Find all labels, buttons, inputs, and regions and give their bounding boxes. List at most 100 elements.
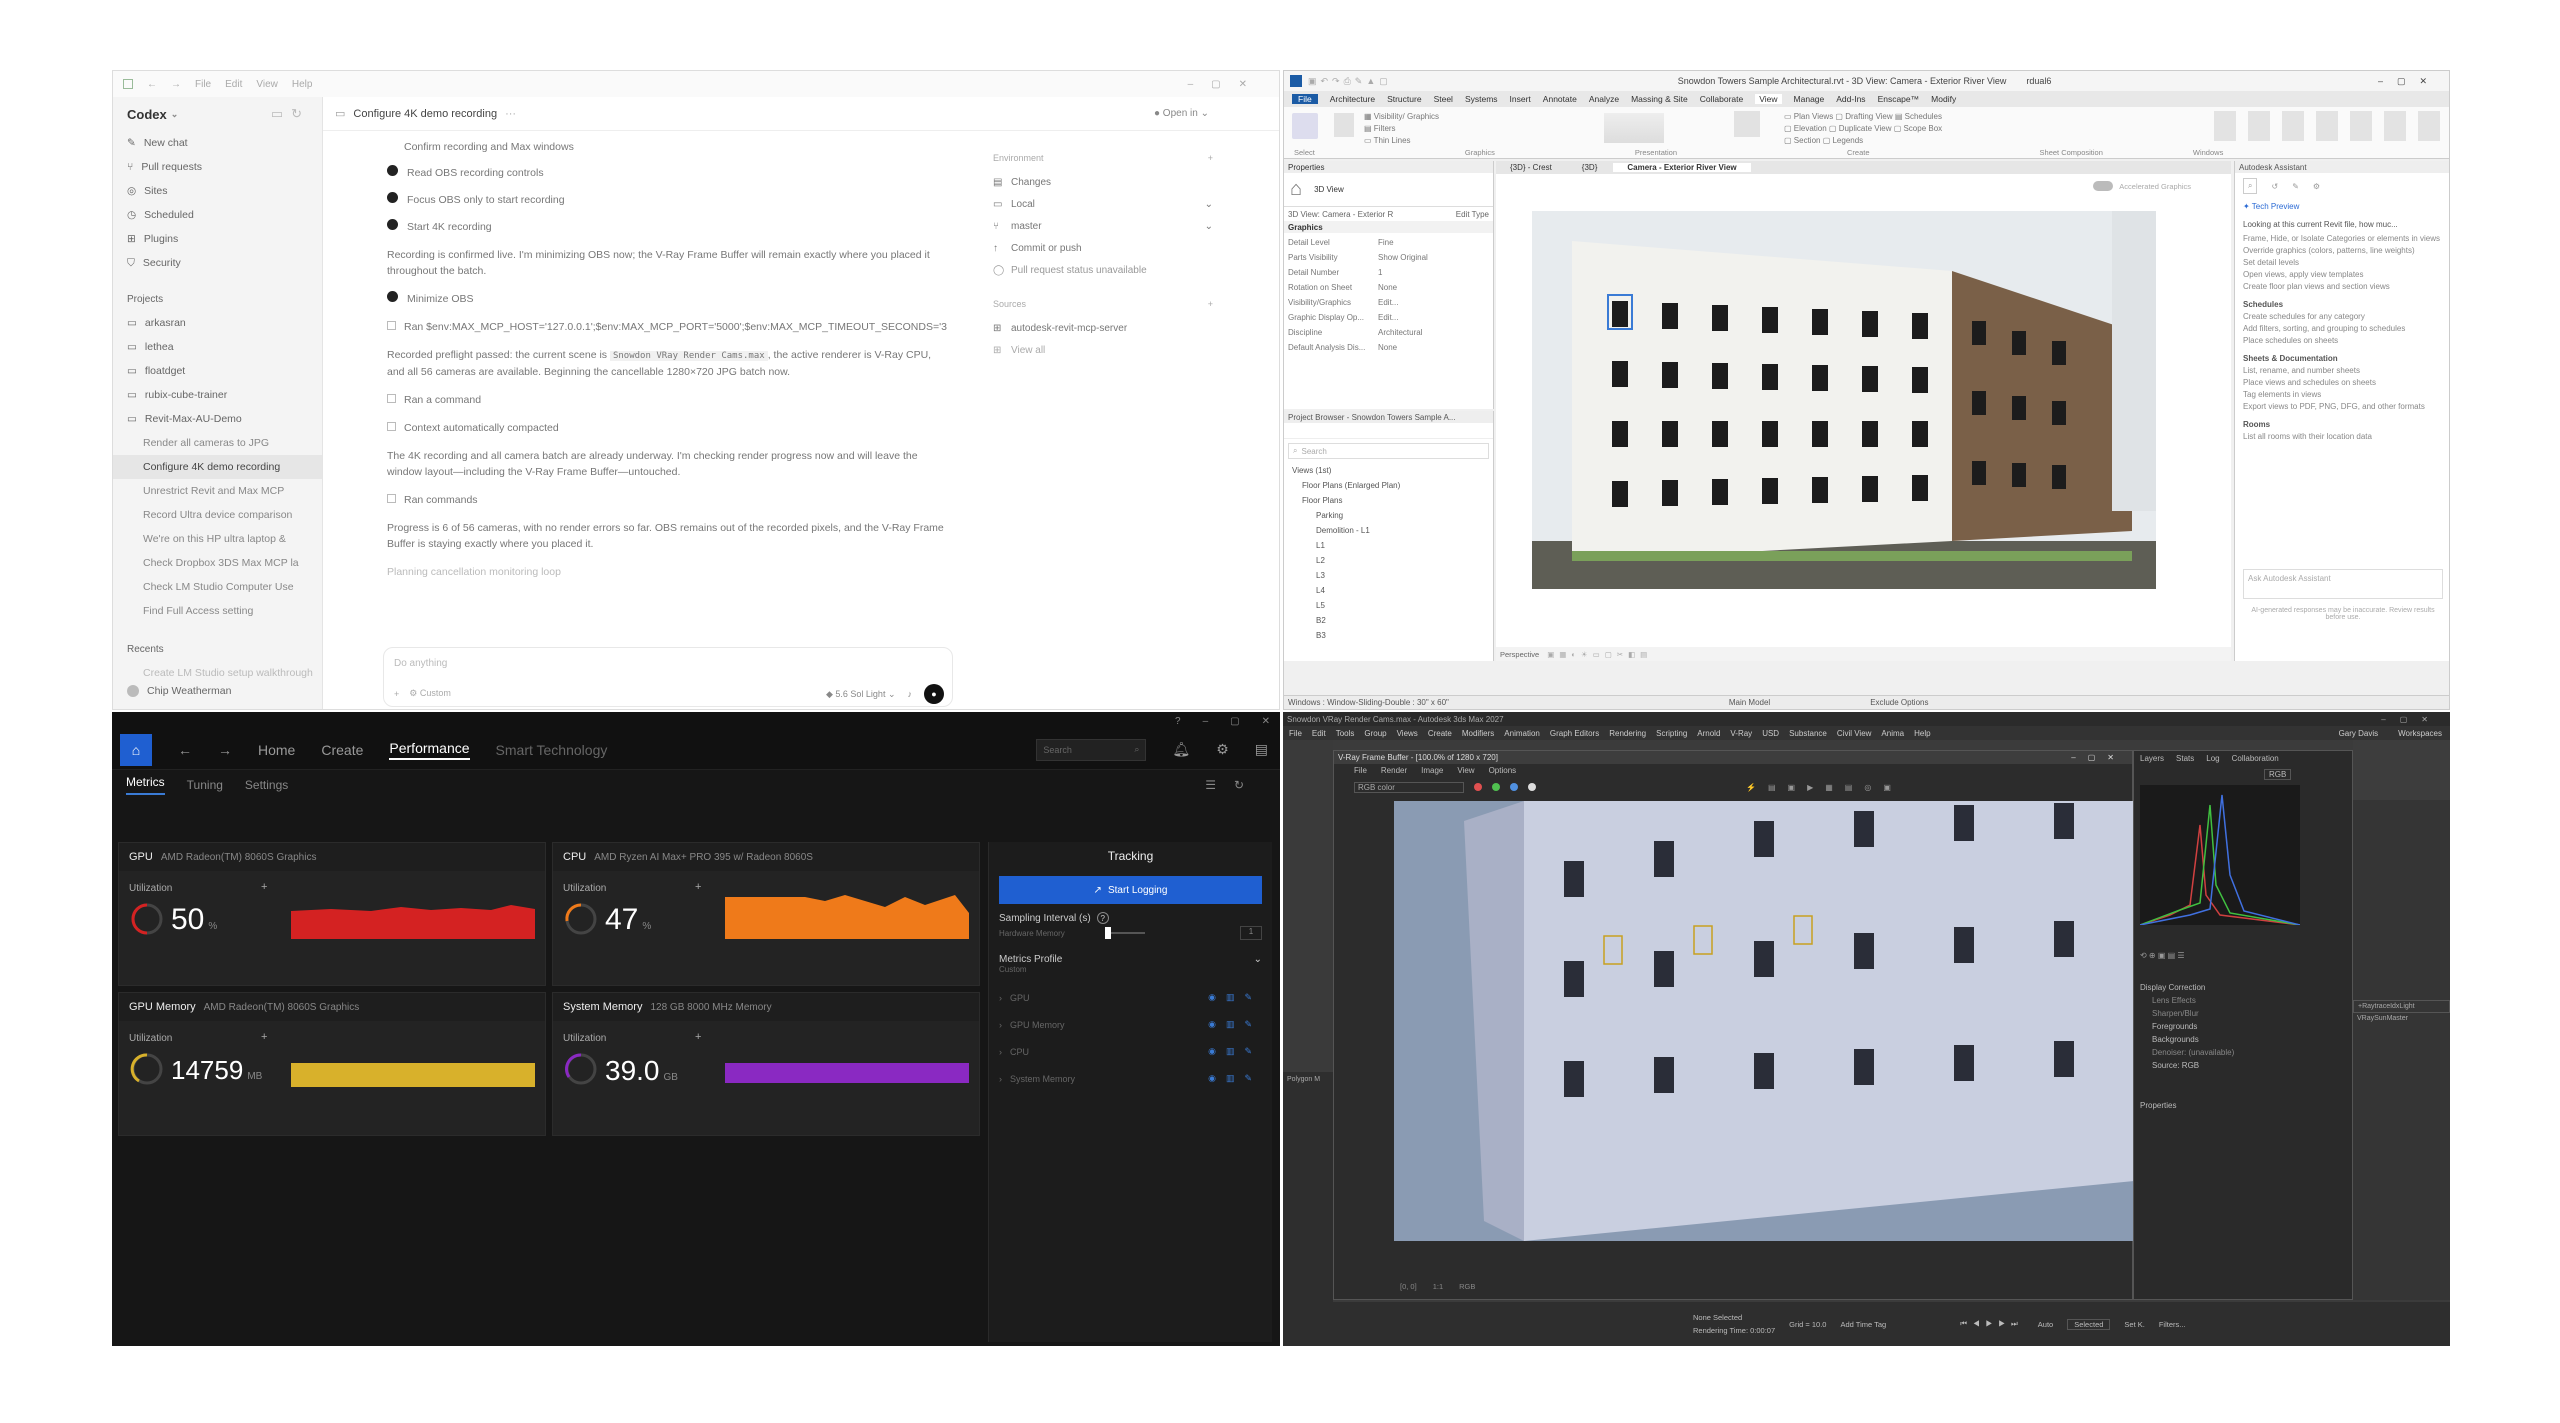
filters-button[interactable]: Filters... xyxy=(2159,1320,2186,1329)
vfb-menu-view[interactable]: View xyxy=(1457,766,1474,775)
tree-node[interactable]: L3 xyxy=(1292,568,1493,583)
tree-node[interactable]: L1 xyxy=(1292,538,1493,553)
prop-row[interactable]: Detail Number 1 xyxy=(1288,265,1489,280)
window-controls[interactable]: –▢✕ xyxy=(2378,76,2441,87)
tree-node[interactable]: L5 xyxy=(1292,598,1493,613)
menu-help[interactable]: Help xyxy=(292,79,313,90)
tab-stats[interactable]: Stats xyxy=(2176,754,2194,763)
tree-node[interactable]: L2 xyxy=(1292,553,1493,568)
prop-row[interactable]: Parts Visibility Show Original xyxy=(1288,250,1489,265)
browser-search[interactable]: ⌕ Search xyxy=(1288,443,1489,459)
sidebar-actions[interactable]: ▭↻ xyxy=(271,106,310,122)
tab-systems[interactable]: Systems xyxy=(1465,94,1498,104)
panel-icon[interactable]: ▤ xyxy=(1255,741,1268,758)
add-icon[interactable]: + xyxy=(394,689,399,699)
thread-item[interactable]: Check LM Studio Computer Use xyxy=(113,575,322,599)
settings-icon[interactable]: ⚙ xyxy=(2313,182,2320,191)
graphics-section[interactable]: Graphics xyxy=(1284,221,1493,233)
menu-item[interactable]: Help xyxy=(1914,729,1930,738)
selected-dropdown[interactable]: Selected xyxy=(2067,1318,2111,1330)
thread-item[interactable]: We're on this HP ultra laptop & xyxy=(113,527,322,551)
layer-item[interactable]: Backgrounds xyxy=(2140,1033,2234,1046)
set-key[interactable]: Set K. xyxy=(2124,1320,2144,1329)
prop-row[interactable]: Discipline Architectural xyxy=(1288,325,1489,340)
nav-performance[interactable]: Performance xyxy=(389,740,470,760)
app-logo[interactable]: ⌂ xyxy=(120,733,152,766)
vfb-menu-image[interactable]: Image xyxy=(1421,766,1443,775)
interval-value[interactable]: 1 xyxy=(1240,926,1262,940)
tab-collaborate[interactable]: Collaborate xyxy=(1700,94,1743,104)
tab-collaboration[interactable]: Collaboration xyxy=(2232,754,2279,763)
thread-item[interactable]: Unrestrict Revit and Max MCP xyxy=(113,479,322,503)
workspaces[interactable]: Workspaces xyxy=(2398,729,2442,738)
object-list-item[interactable]: VRaySunMaster xyxy=(2353,1013,2450,1024)
profile-item[interactable]: › System Memory ◉▥✎ xyxy=(989,1065,1272,1092)
thread-item[interactable]: Check Dropbox 3DS Max MCP la xyxy=(113,551,322,575)
tree-node[interactable]: L4 xyxy=(1292,583,1493,598)
window-controls[interactable]: –▢✕ xyxy=(2071,753,2126,762)
browser-toolbar[interactable] xyxy=(1284,423,1493,439)
search-input[interactable]: Search ⌕ xyxy=(1036,738,1147,761)
item-actions[interactable]: ◉▥✎ xyxy=(1208,1073,1262,1084)
user-name[interactable]: rdual6 xyxy=(2026,76,2051,86)
properties-selector[interactable]: 3D View: Camera - Exterior R xyxy=(1288,210,1393,219)
mic-icon[interactable]: ♪ xyxy=(908,689,913,699)
tab-view[interactable]: View xyxy=(1755,94,1782,104)
info-icon[interactable]: ? xyxy=(1096,912,1109,924)
tab-layers[interactable]: Layers xyxy=(2140,754,2164,763)
tab-manage[interactable]: Manage xyxy=(1794,94,1825,104)
env-item[interactable]: ▤ Changes xyxy=(993,171,1213,193)
tree-node[interactable]: Parking xyxy=(1292,508,1493,523)
command-item[interactable]: Ran commands xyxy=(387,492,947,508)
sidebar-item-scheduled[interactable]: ◷ Scheduled xyxy=(113,203,322,227)
forward-icon[interactable]: → xyxy=(171,79,181,90)
sidebar-toggle-icon[interactable]: ▭ xyxy=(335,107,345,120)
add-icon[interactable]: + xyxy=(1208,153,1213,163)
tree-node[interactable]: Floor Plans (Enlarged Plan) xyxy=(1292,478,1493,493)
profile-item[interactable]: › GPU Memory ◉▥✎ xyxy=(989,1011,1272,1038)
layer-item[interactable]: Sharpen/Blur xyxy=(2140,1007,2234,1020)
thread-item-active[interactable]: Configure 4K demo recording xyxy=(113,455,322,479)
tab-log[interactable]: Log xyxy=(2206,754,2219,763)
maximize-icon[interactable]: ▢ xyxy=(1230,716,1239,727)
exclude-options[interactable]: Exclude Options xyxy=(1870,698,1928,707)
tree-node[interactable]: Demolition - L1 xyxy=(1292,523,1493,538)
edit-type-button[interactable]: Edit Type xyxy=(1456,210,1489,219)
env-item[interactable]: ↑ Commit or push xyxy=(993,237,1213,259)
menu-item[interactable]: Graph Editors xyxy=(1550,729,1599,738)
env-item[interactable]: ▭ Local ⌄ xyxy=(993,193,1213,215)
project-item[interactable]: ▭ arkasran xyxy=(113,311,322,335)
layer-item[interactable]: Foregrounds xyxy=(2140,1020,2234,1033)
layer-item[interactable]: Display Correction xyxy=(2140,981,2234,994)
start-logging-button[interactable]: ↗ Start Logging xyxy=(999,876,1262,904)
tab-architecture[interactable]: Architecture xyxy=(1330,94,1375,104)
menu-item[interactable]: File xyxy=(1289,729,1302,738)
menu-edit[interactable]: Edit xyxy=(225,79,242,90)
prop-row[interactable]: Default Analysis Dis... None xyxy=(1288,340,1489,355)
sidebar-item-sites[interactable]: ◎ Sites xyxy=(113,179,322,203)
prop-row[interactable]: Rotation on Sheet None xyxy=(1288,280,1489,295)
tab-enscape[interactable]: Enscape™ xyxy=(1878,94,1920,104)
nav-home[interactable]: Home xyxy=(258,742,295,758)
vfb-menu-render[interactable]: Render xyxy=(1381,766,1407,775)
command-item[interactable]: Ran a command xyxy=(387,392,947,408)
chat-icon[interactable]: ⌕ xyxy=(2243,178,2258,194)
menu-view[interactable]: View xyxy=(256,79,278,90)
command-item[interactable]: Ran $env:MAX_MCP_HOST='127.0.0.1';$env:M… xyxy=(387,319,947,335)
sidebar-item-plugins[interactable]: ⊞ Plugins xyxy=(113,227,322,251)
menu-item[interactable]: Views xyxy=(1397,729,1418,738)
layer-item[interactable]: Source: RGB xyxy=(2140,1059,2234,1072)
menu-item[interactable]: Anima xyxy=(1881,729,1904,738)
help-icon[interactable]: ? xyxy=(1175,716,1181,727)
layer-item[interactable]: Lens Effects xyxy=(2140,994,2234,1007)
project-item[interactable]: ▭ rubix-cube-trainer xyxy=(113,383,322,407)
window-controls[interactable]: –▢✕ xyxy=(1188,79,1265,90)
tab-modify[interactable]: Modify xyxy=(1931,94,1956,104)
gear-icon[interactable]: ⚙ xyxy=(1216,741,1229,758)
project-item[interactable]: ▭ Revit-Max-AU-Demo xyxy=(113,407,322,431)
thread-item[interactable]: Record Ultra device comparison xyxy=(113,503,322,527)
object-list-item[interactable]: +RaytraceIdxLight xyxy=(2353,1000,2450,1013)
minimize-icon[interactable]: – xyxy=(1203,716,1209,727)
accelerated-toggle[interactable]: Accelerated Graphics xyxy=(2093,181,2191,191)
menu-item[interactable]: Modifiers xyxy=(1462,729,1494,738)
